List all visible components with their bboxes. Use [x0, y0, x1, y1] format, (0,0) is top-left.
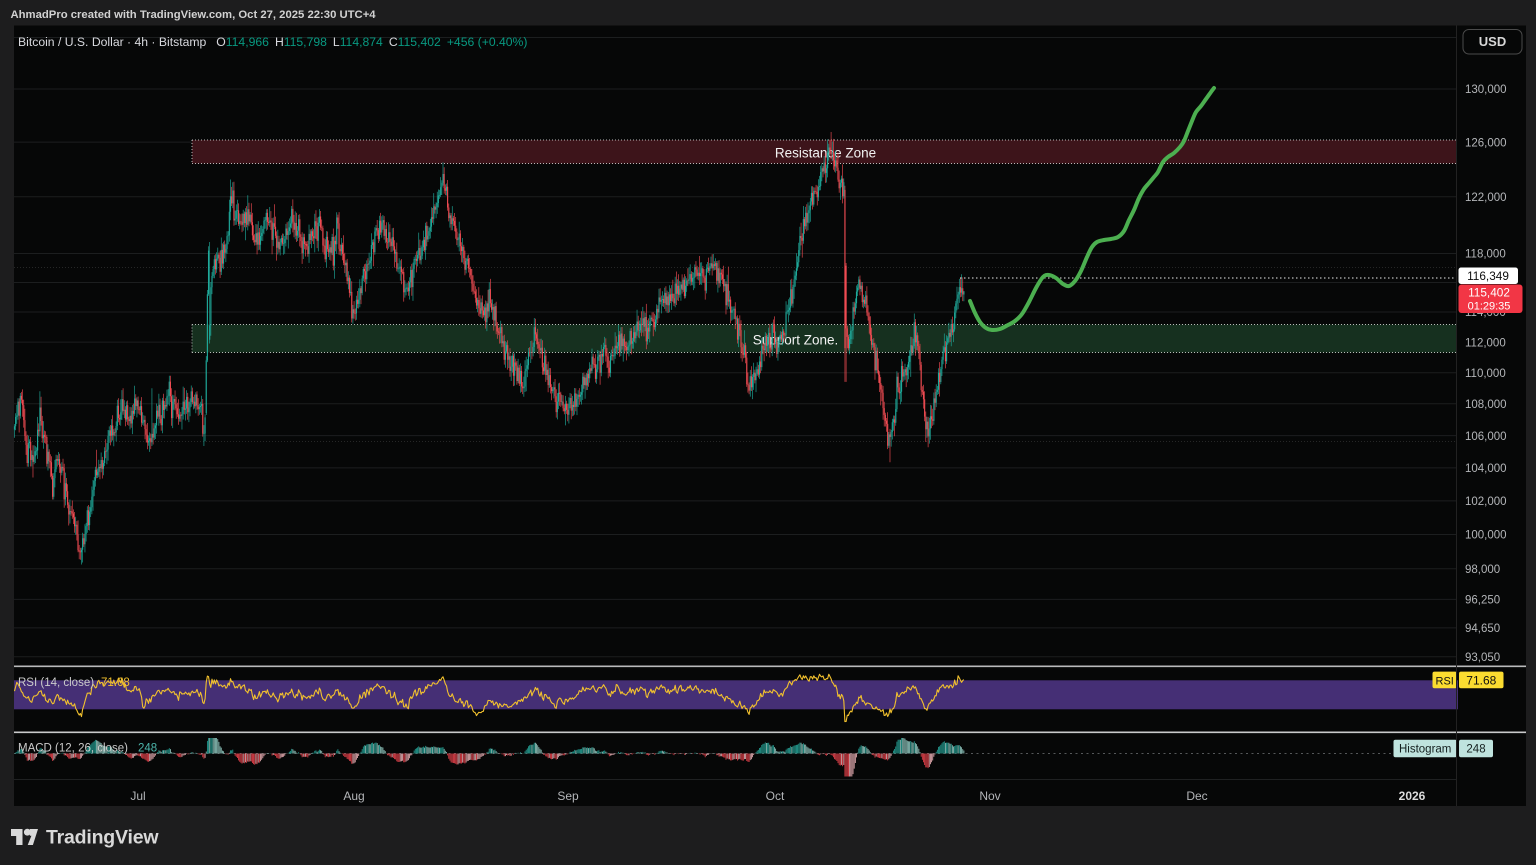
svg-text:122,000: 122,000 [1465, 192, 1507, 204]
svg-text:94,650: 94,650 [1465, 623, 1500, 635]
svg-text:118,000: 118,000 [1465, 249, 1506, 261]
svg-text:98,000: 98,000 [1465, 564, 1500, 576]
svg-text:106,000: 106,000 [1465, 431, 1507, 443]
svg-text:100,000: 100,000 [1465, 530, 1507, 542]
svg-text:112,000: 112,000 [1465, 337, 1506, 349]
svg-text:01:29:35: 01:29:35 [1468, 301, 1511, 313]
svg-text:RSI (14, close): RSI (14, close) [18, 677, 94, 689]
svg-text:Histogram: Histogram [1399, 744, 1451, 756]
svg-text:116,349: 116,349 [1467, 269, 1509, 283]
svg-text:2026: 2026 [1399, 789, 1426, 803]
svg-text:248: 248 [1466, 744, 1485, 756]
svg-text:248: 248 [138, 743, 157, 755]
svg-text:Nov: Nov [979, 789, 1000, 803]
svg-text:Oct: Oct [766, 789, 785, 803]
svg-text:Dec: Dec [1186, 789, 1207, 803]
svg-text:71.68: 71.68 [101, 677, 130, 689]
svg-text:Aug: Aug [343, 789, 364, 803]
svg-text:USD: USD [1479, 34, 1506, 49]
svg-text:108,000: 108,000 [1465, 399, 1507, 411]
svg-text:Jul: Jul [130, 789, 145, 803]
svg-text:MACD (12, 26, close): MACD (12, 26, close) [18, 743, 128, 755]
svg-text:130,000: 130,000 [1465, 84, 1507, 96]
svg-text:96,250: 96,250 [1465, 595, 1500, 607]
svg-text:93,050: 93,050 [1465, 652, 1500, 664]
svg-text:110,000: 110,000 [1465, 368, 1506, 380]
svg-text:104,000: 104,000 [1465, 463, 1507, 475]
svg-text:RSI: RSI [1436, 675, 1454, 687]
svg-text:71.68: 71.68 [1466, 674, 1496, 688]
svg-text:AhmadPro created with TradingV: AhmadPro created with TradingView.com, O… [11, 9, 377, 21]
svg-text:TradingView: TradingView [46, 827, 159, 849]
svg-text:126,000: 126,000 [1465, 137, 1507, 149]
svg-text:Sep: Sep [557, 789, 579, 803]
svg-text:115,402: 115,402 [1468, 285, 1510, 299]
svg-text:102,000: 102,000 [1465, 496, 1507, 508]
